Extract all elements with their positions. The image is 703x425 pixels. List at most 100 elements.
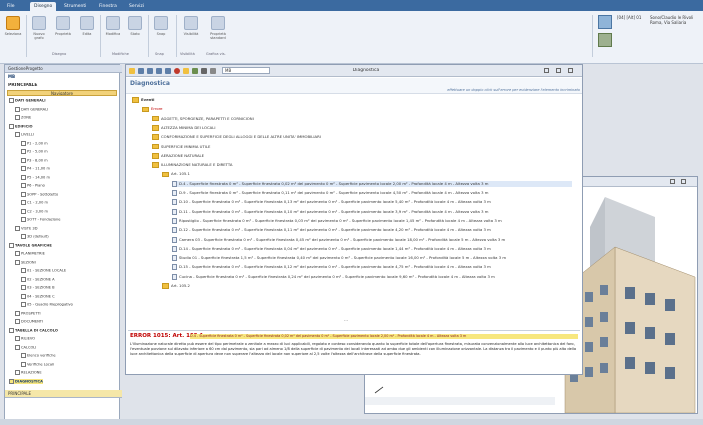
tree-item[interactable]: P5 - 14,00 m <box>21 174 50 180</box>
tree-item[interactable]: 05 - Quadro Riepilogativo <box>21 302 73 307</box>
tree-item[interactable]: SEZIONI <box>15 259 36 265</box>
minimize-icon[interactable] <box>544 68 549 73</box>
edit-button[interactable]: Edita <box>78 14 96 44</box>
tree-item[interactable]: C1 - 2,00 m <box>21 200 48 205</box>
diagnostic-label: Eventi <box>141 97 155 102</box>
tree-item[interactable]: RELAZIONE <box>15 370 42 375</box>
tree-item[interactable]: DATI GENERALI <box>15 106 48 112</box>
diagnostic-group[interactable]: ILLUMINAZIONE NATURALE E DIRETTA <box>152 162 572 168</box>
tree-node-icon <box>21 208 26 214</box>
tree-item[interactable]: P6 - Piano <box>21 183 45 188</box>
maximize-icon[interactable] <box>556 68 561 73</box>
tree-label: DOCUMENTI <box>21 319 44 324</box>
properties-button[interactable]: Proprietà <box>54 14 72 44</box>
tree-item[interactable]: P4 - 11,00 m <box>21 166 50 171</box>
diagnostic-entry[interactable]: D.14 - Superficie finestrata 0 m² - Supe… <box>172 245 572 252</box>
diagnostics-hint: effettuare un doppio click sull'errore p… <box>447 88 580 92</box>
diagnostic-entry[interactable]: D.4 - Superficie finestrata 0 m² - Super… <box>172 180 572 187</box>
tab-servizi[interactable]: Servizi <box>125 2 148 11</box>
tree-item[interactable]: CALCOLI <box>15 344 36 350</box>
state-button[interactable]: Stato <box>126 14 144 44</box>
tree-section[interactable]: DIAGNOSTICA <box>9 378 43 384</box>
tree-section[interactable]: EDIFICIO <box>9 123 33 129</box>
tree-item[interactable]: Verifiche Locali <box>21 361 54 367</box>
tree-section[interactable]: DATI GENERALI <box>9 98 46 103</box>
panel-section[interactable]: MB <box>8 74 118 79</box>
tree-item[interactable]: 3D (default) <box>21 234 49 239</box>
folder-icon[interactable] <box>129 68 135 74</box>
new-graph-button[interactable]: Nuovo grafo <box>30 14 48 44</box>
tree-section[interactable]: TAVOLE GRAFICHE <box>9 242 52 248</box>
tree-label: P1 - 2,00 m <box>27 141 48 145</box>
next-icon[interactable] <box>156 68 162 74</box>
tree-item[interactable]: PLANIMETRIE <box>15 251 45 256</box>
tab-strumenti[interactable]: Strumenti <box>60 2 90 11</box>
document-icon <box>172 208 177 215</box>
tree-item[interactable]: SOPP - Sottotetto <box>21 191 59 197</box>
close-icon[interactable] <box>568 68 573 73</box>
diagnostic-entry[interactable]: D.12 - Superficie finestrata 0 m² - Supe… <box>172 227 572 234</box>
standard-properties-button[interactable]: Proprietà standard <box>206 14 230 44</box>
diagnostic-group[interactable]: SUPERFICIE MINIMA UTILE <box>152 144 572 150</box>
visibility-button[interactable]: Visibilità <box>182 14 200 44</box>
open-icon[interactable] <box>183 68 189 74</box>
document-icon <box>172 227 177 234</box>
diagnostic-entry[interactable]: Ripostiglio - Superficie finestrata 0 m²… <box>172 217 572 224</box>
diagnostic-entry[interactable]: Camera 03 - Superficie finestrata 0 m² -… <box>172 236 572 243</box>
snap-button[interactable]: Snap <box>152 14 170 44</box>
tree-item[interactable]: 04 - SEZIONE C <box>21 293 55 299</box>
diagnostic-group[interactable]: Errore <box>142 106 572 113</box>
filter-combo[interactable]: MB <box>222 67 270 74</box>
folder-icon <box>152 143 159 150</box>
diagnostic-entry[interactable]: D.9 - Superficie finestrata 0 m² - Super… <box>172 190 572 196</box>
tree-item[interactable]: ZONE <box>15 115 31 120</box>
window-title: Diagnostica <box>352 68 380 73</box>
diagnostic-entry[interactable]: D.11 - Superficie finestrata 0 m² - Supe… <box>172 208 572 215</box>
tree-item[interactable]: PROSPETTI <box>15 310 41 316</box>
stop-icon[interactable] <box>174 68 180 74</box>
modify-button[interactable]: Modifica <box>104 14 122 44</box>
refresh-icon[interactable] <box>192 68 198 74</box>
tree-item[interactable]: SOTT - Fondazione <box>21 217 61 222</box>
tree-item[interactable]: 03 - SEZIONE B <box>21 285 55 290</box>
diagnostic-group[interactable]: AGGETTI, SPORGENZE, PARAPETTI E CORNICIO… <box>152 116 572 122</box>
last-icon[interactable] <box>165 68 171 74</box>
tab-disegno[interactable]: Disegno <box>30 2 57 11</box>
tree-item[interactable]: LIVELLI <box>15 132 34 137</box>
diagnostic-group[interactable]: Art. 105.2 <box>162 283 572 289</box>
tree-label: SOPP - Sottotetto <box>27 192 59 196</box>
diagnostic-entry[interactable]: Cucina - Superficie finestrata 0 m² - Su… <box>172 273 572 280</box>
diagnostic-group[interactable]: CONFORMAZIONE E SUPERFICIE DEGLI ALLOGGI… <box>152 134 572 140</box>
tree-item[interactable]: Elenco verifiche <box>21 353 56 358</box>
diagnostic-entry[interactable]: Studio 01 - Superficie finestrata 1,5 m²… <box>172 255 572 262</box>
diagnostic-entry[interactable]: D.10 - Superficie finestrata 0 m² - Supe… <box>172 199 572 206</box>
tree-label: RILIEVO <box>21 336 36 341</box>
tree-item[interactable]: P1 - 2,00 m <box>21 140 48 146</box>
maximize-icon[interactable] <box>670 179 675 184</box>
panel-bottom-tab[interactable]: PRINCIPALE <box>5 390 122 398</box>
tree-item[interactable]: VISTE 3D <box>15 225 37 231</box>
diagnostic-entry[interactable]: D.15 - Superficie finestrata 0 m² - Supe… <box>172 264 572 271</box>
close-icon[interactable] <box>681 179 686 184</box>
tab-file[interactable]: File <box>3 2 19 11</box>
tree-item[interactable]: RILIEVO <box>15 336 35 341</box>
tree-item[interactable]: 01 - SEZIONE LOCALE <box>21 268 66 273</box>
tree-item[interactable]: P2 - 5,00 m <box>21 149 48 154</box>
diagnostic-group[interactable]: Eventi <box>132 97 572 103</box>
previous-icon[interactable] <box>147 68 153 74</box>
tree-item[interactable]: 02 - SEZIONE A <box>21 276 55 282</box>
diagnostic-group[interactable]: ALTEZZA MINIMA DEI LOCALI <box>152 125 572 131</box>
diagnostic-group[interactable]: Art. 105.1 <box>162 171 572 178</box>
diagnostic-group[interactable]: AERAZIONE NATURALE <box>152 153 572 159</box>
tree-section[interactable]: TABELLA DI CALCOLO <box>9 327 58 333</box>
navigator-bar[interactable]: Navigatore <box>7 90 117 96</box>
print-icon[interactable] <box>201 68 207 74</box>
settings-icon[interactable] <box>210 68 216 74</box>
tree-item[interactable]: P3 - 8,00 m <box>21 157 48 163</box>
select-button[interactable]: Seleziona <box>4 14 22 44</box>
tree-item[interactable]: DOCUMENTI <box>15 319 43 324</box>
tab-finestra[interactable]: Finestra <box>95 2 121 11</box>
first-icon[interactable] <box>138 68 144 74</box>
tree-item[interactable]: C2 - 3,00 m <box>21 208 48 214</box>
tree-node-icon <box>21 285 26 290</box>
